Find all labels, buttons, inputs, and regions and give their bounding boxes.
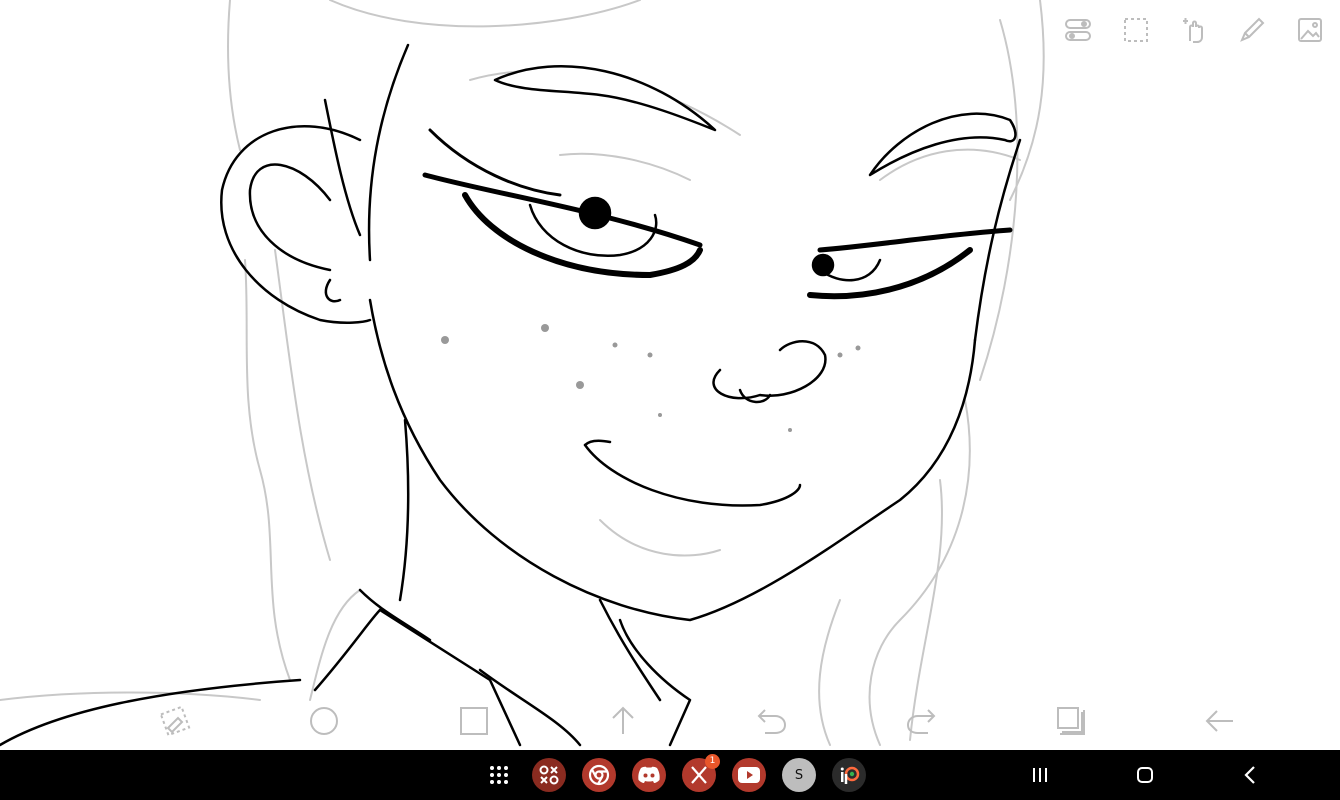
game-launcher-icon[interactable] <box>532 758 566 792</box>
ibis-paint-icon[interactable] <box>832 758 866 792</box>
layer-image-icon[interactable] <box>1290 10 1330 50</box>
recents-key-icon[interactable] <box>1020 758 1060 792</box>
drawing-canvas[interactable] <box>0 0 1340 750</box>
taskbar: 1 S <box>0 750 1340 800</box>
arrow-up-icon[interactable] <box>603 701 643 741</box>
app-drawer-icon[interactable] <box>482 758 516 792</box>
chrome-icon[interactable] <box>582 758 616 792</box>
app-dock: 1 S <box>482 754 866 792</box>
profile-icon[interactable]: S <box>782 758 816 792</box>
back-arrow-icon[interactable] <box>1200 701 1240 741</box>
hand-tool-icon[interactable] <box>1174 10 1214 50</box>
rectangle-icon[interactable] <box>454 701 494 741</box>
sketch-layer <box>0 0 1045 746</box>
ellipse-icon[interactable] <box>304 701 344 741</box>
home-key-icon[interactable] <box>1125 758 1165 792</box>
x-icon[interactable]: 1 <box>682 754 720 792</box>
ink-layer <box>0 43 1022 747</box>
redo-icon[interactable] <box>901 701 941 741</box>
top-toolbar <box>1058 10 1330 50</box>
discord-icon[interactable] <box>632 758 666 792</box>
navigation-bar <box>1020 758 1270 792</box>
undo-icon[interactable] <box>752 701 792 741</box>
line-art <box>0 0 1045 747</box>
youtube-icon[interactable] <box>732 758 766 792</box>
bottom-toolbar <box>0 698 1340 744</box>
profile-letter: S <box>794 767 804 783</box>
layers-icon[interactable] <box>1051 701 1091 741</box>
back-key-icon[interactable] <box>1230 758 1270 792</box>
notification-badge: 1 <box>705 754 720 769</box>
selection-tool-icon[interactable] <box>1116 10 1156 50</box>
brush-tool-icon[interactable] <box>1232 10 1272 50</box>
transform-icon[interactable] <box>155 701 195 741</box>
toggle-panel-icon[interactable] <box>1058 10 1098 50</box>
